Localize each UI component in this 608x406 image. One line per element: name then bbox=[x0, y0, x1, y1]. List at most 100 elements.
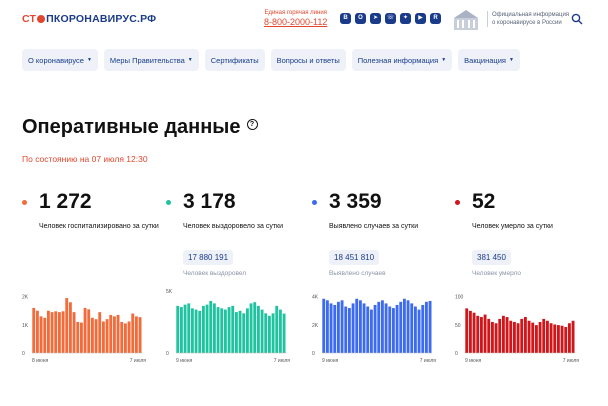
hotline-number-link[interactable]: 8-800-2000-112 bbox=[264, 17, 327, 27]
site-header: СТ ПКОРОНАВИРУС.РФ Единая горячая линия … bbox=[0, 0, 608, 38]
chart-bar bbox=[271, 313, 275, 353]
chart-bar bbox=[127, 321, 131, 353]
chart-bar bbox=[282, 313, 286, 353]
chart-bar bbox=[131, 313, 135, 353]
chart-bar bbox=[245, 308, 249, 353]
y-tick-label: 1K bbox=[22, 323, 29, 329]
x-tick-label: 8 июня bbox=[32, 358, 48, 364]
chart-bar bbox=[406, 300, 410, 353]
chart-bar bbox=[545, 320, 549, 353]
chart-bar bbox=[527, 320, 531, 353]
nav-item-government-measures[interactable]: Меры Правительства ▼ bbox=[103, 49, 199, 71]
y-tick-label: 2K bbox=[22, 295, 29, 301]
chart-bar bbox=[198, 310, 202, 353]
chart-bar bbox=[402, 298, 406, 353]
chart-bar bbox=[209, 300, 213, 353]
stat-value: 1 272 bbox=[39, 190, 92, 213]
search-icon[interactable] bbox=[571, 13, 583, 25]
chart-bar bbox=[201, 305, 205, 353]
chart-bar bbox=[560, 325, 564, 353]
nav-item-label: Полезная информация bbox=[357, 55, 439, 65]
nav-item-label: Вопросы и ответы bbox=[276, 55, 340, 65]
nav-item-useful-info[interactable]: Полезная информация ▼ bbox=[351, 49, 453, 71]
chart-bar bbox=[373, 304, 377, 353]
youtube-icon[interactable]: ▶ bbox=[415, 13, 426, 24]
total-caption: Человек выздоровел bbox=[183, 270, 247, 277]
chart-bar bbox=[531, 322, 535, 353]
chart-bar bbox=[472, 312, 476, 353]
chart-bar bbox=[366, 306, 370, 353]
chart-bar bbox=[362, 303, 366, 353]
y-tick-label: 0 bbox=[312, 351, 315, 357]
chart-bar bbox=[549, 323, 553, 353]
chart-bar bbox=[238, 310, 242, 353]
zen-icon[interactable]: ✦ bbox=[400, 13, 411, 24]
ok-icon[interactable]: О bbox=[355, 13, 366, 24]
nav-item-faq[interactable]: Вопросы и ответы bbox=[270, 49, 346, 71]
chart-bar bbox=[176, 305, 180, 353]
y-tick-label: 2K bbox=[312, 323, 319, 329]
chart-bar bbox=[32, 307, 36, 353]
x-tick-label: 7 июля bbox=[130, 358, 147, 364]
chart-bar bbox=[476, 315, 480, 353]
chart-bar bbox=[465, 308, 469, 353]
logo-stop-icon bbox=[37, 15, 46, 23]
total-caption: Человек умерло bbox=[472, 270, 521, 277]
social-links: В О ➤ ☏ ✦ ▶ R bbox=[340, 13, 441, 24]
x-tick-label: 9 июня bbox=[322, 358, 338, 364]
chart-bar bbox=[399, 301, 403, 353]
chart-bar bbox=[123, 323, 127, 353]
chart-bar bbox=[355, 298, 359, 353]
viber-icon[interactable]: ☏ bbox=[385, 13, 396, 24]
chart-bar bbox=[380, 300, 384, 353]
chart-bar bbox=[512, 322, 516, 353]
help-icon[interactable]: ? bbox=[246, 119, 258, 130]
chart-bar bbox=[216, 307, 220, 353]
chart-bar bbox=[388, 306, 392, 353]
chart-bar bbox=[50, 312, 54, 353]
x-tick-label: 7 июля bbox=[563, 358, 580, 364]
stat-value: 3 178 bbox=[183, 190, 236, 213]
chart-bar bbox=[498, 318, 502, 353]
chart-bar bbox=[567, 323, 571, 353]
chart-bar bbox=[138, 317, 142, 353]
chart-bar bbox=[220, 308, 224, 353]
chart-bar bbox=[231, 305, 235, 353]
nav-item-label: О коронавирусе bbox=[28, 55, 84, 65]
chart-bar bbox=[384, 303, 388, 353]
vk-icon[interactable]: В bbox=[340, 13, 351, 24]
chart-bar bbox=[72, 312, 76, 353]
hotline: Единая горячая линия 8-800-2000-112 bbox=[264, 10, 327, 27]
status-dot bbox=[455, 200, 460, 205]
chart-bar bbox=[369, 309, 373, 353]
chart-bar bbox=[116, 314, 120, 353]
telegram-icon[interactable]: ➤ bbox=[370, 13, 381, 24]
chart-bar bbox=[54, 311, 58, 353]
chart-bar bbox=[267, 315, 271, 353]
chart-bar bbox=[344, 306, 348, 353]
chart-bar bbox=[516, 323, 520, 353]
nav-item-vaccination[interactable]: Вакцинация ▼ bbox=[458, 49, 520, 71]
nav-item-about[interactable]: О коронавирусе ▼ bbox=[22, 49, 98, 71]
site-logo[interactable]: СТ ПКОРОНАВИРУС.РФ bbox=[22, 13, 156, 25]
chart-bar bbox=[43, 317, 47, 353]
bar-chart-deaths: 0 50 100 9 июня 7 июля bbox=[455, 295, 580, 364]
nav-item-certificates[interactable]: Сертификаты bbox=[204, 49, 265, 71]
page-title-row: Оперативные данные ? bbox=[22, 116, 258, 139]
bar-chart-cases: 0 2K 4K 9 июня 7 июля bbox=[312, 295, 436, 364]
chart-bar bbox=[377, 301, 381, 353]
chart-bar bbox=[83, 307, 87, 353]
x-tick-label: 9 июня bbox=[465, 358, 481, 364]
chart-bar bbox=[358, 300, 362, 353]
chart-bar bbox=[333, 304, 337, 353]
rutube-icon[interactable]: R bbox=[430, 13, 441, 24]
chart-bar bbox=[39, 316, 43, 353]
chart-bar bbox=[468, 310, 472, 353]
chart-bar bbox=[61, 311, 65, 353]
logo-text-virus: ПКОРОНАВИРУС.РФ bbox=[46, 13, 157, 25]
government-building-icon bbox=[454, 10, 478, 30]
y-tick-label: 5K bbox=[166, 289, 173, 295]
stat-label: Человек выздоровело за сутки bbox=[183, 223, 284, 230]
y-tick-label: 50 bbox=[455, 323, 461, 329]
chart-bar bbox=[79, 322, 83, 353]
